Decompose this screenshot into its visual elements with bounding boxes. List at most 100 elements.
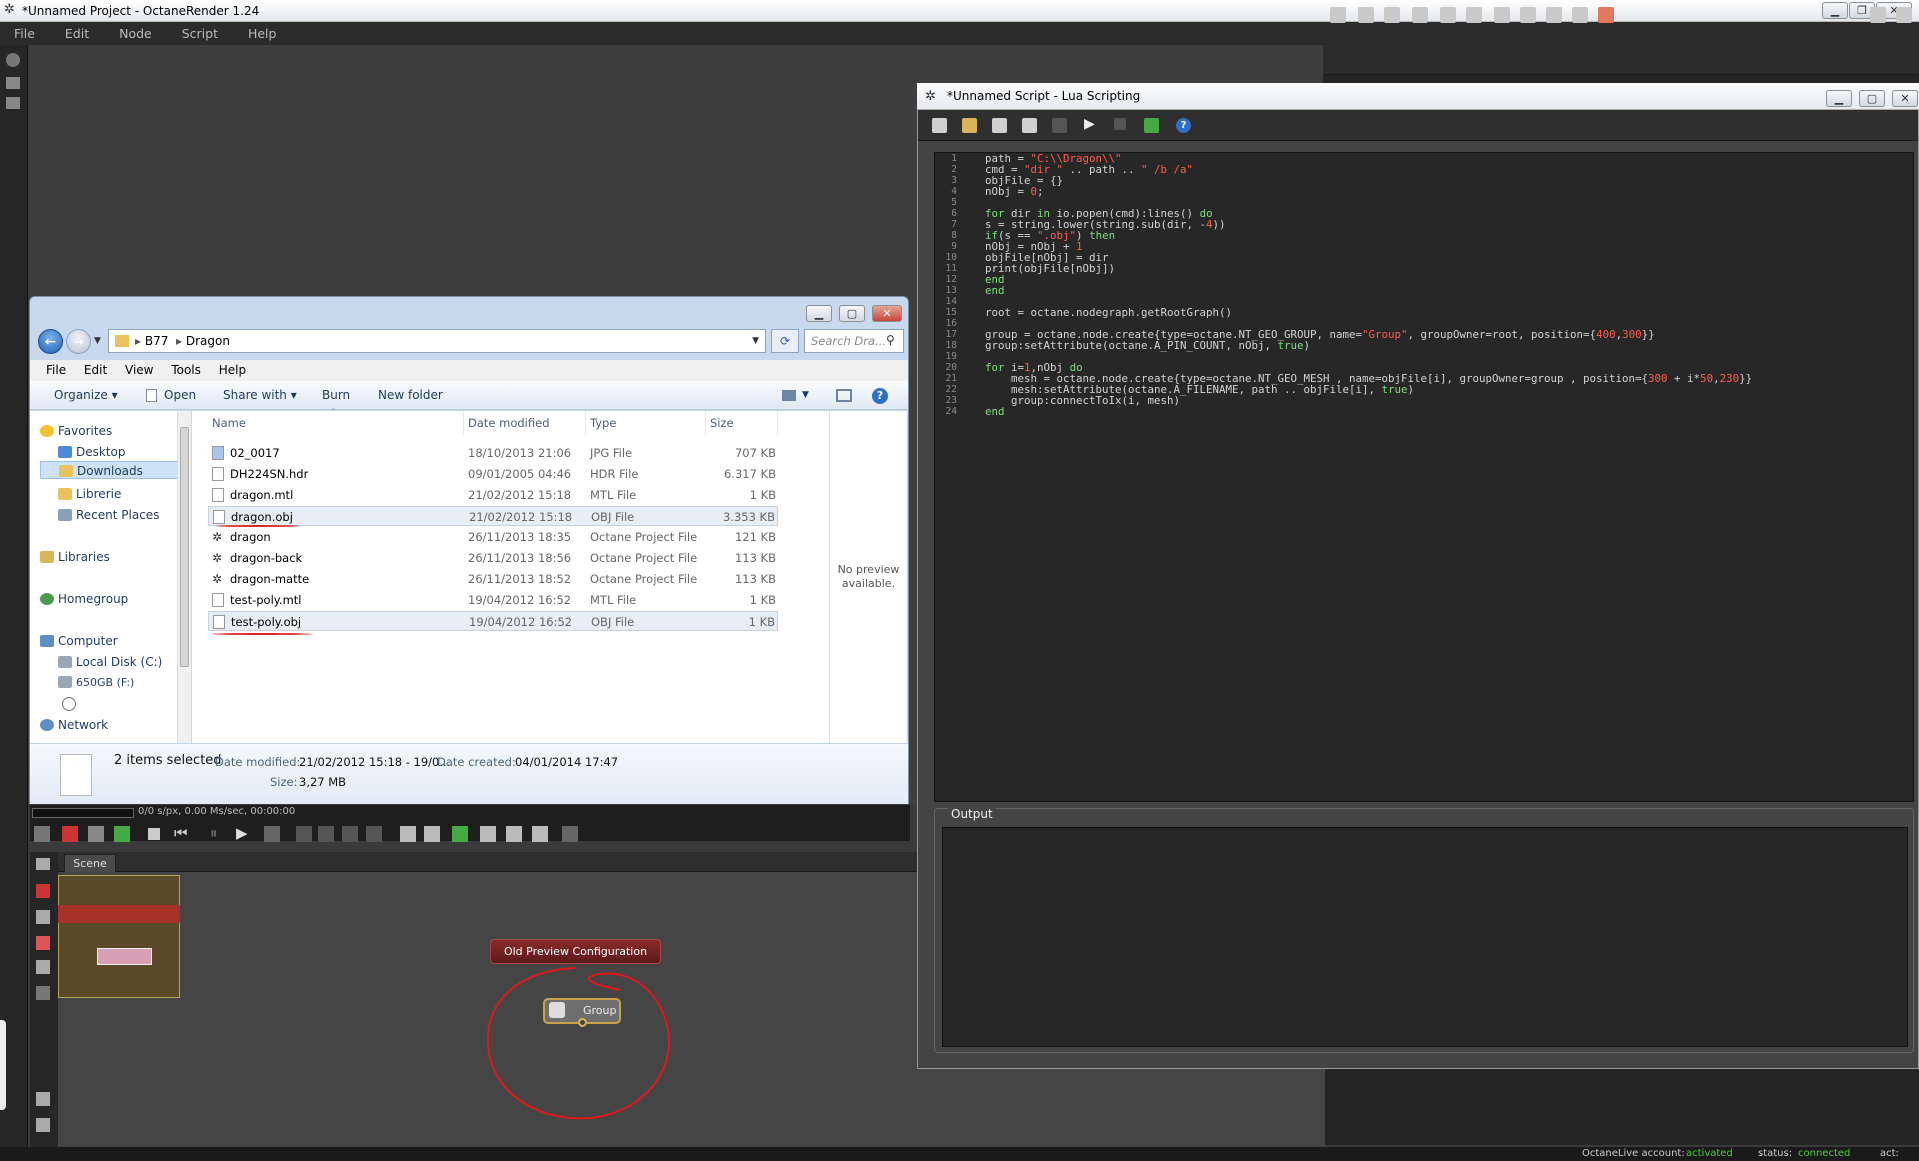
view-dropdown-icon[interactable]: ▼ <box>802 381 809 410</box>
graph-film-icon[interactable] <box>36 910 50 924</box>
nodegraph-icon[interactable] <box>1330 7 1346 23</box>
lua-help-icon[interactable]: ? <box>1176 118 1191 133</box>
file-row[interactable]: DH224SN.hdr 09/01/2005 04:46 HDR File 6.317… <box>208 464 778 484</box>
file-row-selected[interactable]: dragon.obj 21/02/2012 15:18 OBJ File 3.353 … <box>208 506 778 526</box>
nav-computer[interactable]: Computer <box>40 632 118 650</box>
explorer-maximize-button[interactable]: ▢ <box>839 305 865 322</box>
breadcrumb-dragon[interactable]: Dragon <box>186 334 230 348</box>
restart-icon[interactable]: ⏮ <box>174 824 188 842</box>
lock-icon[interactable] <box>264 826 280 842</box>
help-icon[interactable]: ? <box>872 388 888 404</box>
stop-icon[interactable] <box>148 828 160 840</box>
clear-icon[interactable] <box>562 826 578 842</box>
play-icon[interactable]: ▶ <box>236 824 248 842</box>
graph-wrench-icon[interactable] <box>36 1092 50 1106</box>
wrench-icon[interactable] <box>1870 7 1886 23</box>
fullscreen-icon[interactable] <box>1896 7 1912 23</box>
preview-pane-icon[interactable] <box>836 389 852 402</box>
cube-icon[interactable] <box>114 826 130 842</box>
file-row[interactable]: dragon.mtl 21/02/2012 15:18 MTL File 1 KB <box>208 485 778 505</box>
outliner-icon[interactable] <box>1358 7 1374 23</box>
file-row[interactable]: ✲ dragon-back 26/11/2013 18:56 Octane Proje… <box>208 548 778 568</box>
navigation-scrollbar-thumb[interactable] <box>180 427 189 667</box>
change-view-icon[interactable] <box>782 390 796 401</box>
list-icon[interactable] <box>1384 7 1400 23</box>
back-button[interactable]: ← <box>38 329 63 354</box>
explorer-menu-file[interactable]: File <box>46 363 66 377</box>
cd-drive-icon[interactable] <box>62 697 76 711</box>
tab-scene[interactable]: Scene <box>64 854 116 872</box>
nav-favorites[interactable]: Favorites <box>40 422 112 440</box>
file-row[interactable]: ✲ dragon 26/11/2013 18:35 Octane Project Fi… <box>208 527 778 547</box>
navigation-scrollbar[interactable] <box>177 411 191 743</box>
burn-button[interactable]: Burn <box>322 381 350 410</box>
graph-reset-icon[interactable] <box>36 884 50 898</box>
open-button[interactable]: Open <box>164 381 196 410</box>
organize-button[interactable]: Organize ▾ <box>54 381 118 410</box>
menu-file[interactable]: File <box>14 26 35 41</box>
reload-icon[interactable] <box>1052 118 1067 133</box>
reset-icon[interactable] <box>62 826 78 842</box>
address-dropdown-icon[interactable]: ▼ <box>752 330 759 352</box>
clipboard-icon[interactable] <box>1144 118 1159 133</box>
image-icon[interactable] <box>1412 7 1428 23</box>
region-icon[interactable] <box>88 826 104 842</box>
column-header-date[interactable]: Date modified <box>464 411 586 435</box>
zoom-icon[interactable] <box>400 826 416 842</box>
focus-icon[interactable] <box>296 826 312 842</box>
file-row[interactable]: ✲ dragon-matte 26/11/2013 18:52 Octane Proj… <box>208 569 778 589</box>
menu-node[interactable]: Node <box>119 26 152 41</box>
lua-code-editor[interactable]: 1 path = "C:\\Dragon\\" 2 cmd = "dir " .. … <box>934 152 1914 802</box>
layer-tool-icon[interactable] <box>6 97 20 109</box>
refresh-icon[interactable] <box>342 826 358 842</box>
new-script-icon[interactable] <box>932 118 947 133</box>
save-image-icon[interactable] <box>532 826 548 842</box>
save-script-icon[interactable] <box>992 118 1007 133</box>
nav-network[interactable]: Network <box>40 716 108 734</box>
sun-icon[interactable] <box>1546 7 1562 23</box>
explorer-minimize-button[interactable]: ▁ <box>806 305 832 322</box>
explorer-menu-help[interactable]: Help <box>219 363 246 377</box>
pause-icon[interactable]: ⏸ <box>210 824 218 842</box>
landscape-icon[interactable] <box>1520 7 1536 23</box>
explorer-menu-tools[interactable]: Tools <box>171 363 201 377</box>
graph-overview-thumbnail[interactable] <box>58 875 180 998</box>
file-row[interactable]: test-poly.mtl 19/04/2012 16:52 MTL File 1 K… <box>208 590 778 610</box>
menu-script[interactable]: Script <box>182 26 218 41</box>
menu-edit[interactable]: Edit <box>65 26 89 41</box>
panel-icon[interactable] <box>1466 7 1482 23</box>
nav-drive-f[interactable]: 650GB (F:) <box>58 674 134 692</box>
environment-icon[interactable] <box>1494 7 1510 23</box>
left-dock-tab[interactable] <box>0 1020 6 1110</box>
file-row[interactable]: 02_0017 18/10/2013 21:06 JPG File 707 KB <box>208 443 778 463</box>
lua-close-button[interactable]: ✕ <box>1892 90 1918 107</box>
save-as-icon[interactable] <box>1022 118 1037 133</box>
graph-material-icon[interactable] <box>36 936 50 950</box>
redo-icon[interactable] <box>366 826 382 842</box>
column-header-size[interactable]: Size <box>706 411 778 435</box>
forward-button[interactable]: → <box>66 329 91 354</box>
graph-expand-icon[interactable] <box>36 1118 50 1132</box>
explorer-menu-edit[interactable]: Edit <box>84 363 107 377</box>
recent-pages-chevron-icon[interactable]: ▼ <box>94 336 101 346</box>
nav-recent-places[interactable]: Recent Places <box>58 506 159 524</box>
refresh-button[interactable]: ⟳ <box>771 329 799 353</box>
graph-grid-icon[interactable] <box>36 986 50 1000</box>
nav-homegroup[interactable]: Homegroup <box>40 590 128 608</box>
file-row-selected[interactable]: test-poly.obj 19/04/2012 16:52 OBJ File 1 K… <box>208 611 778 631</box>
viewport-tool-icon[interactable] <box>6 53 20 67</box>
explorer-menu-view[interactable]: View <box>125 363 153 377</box>
nav-librerie[interactable]: Librerie <box>58 485 121 503</box>
picker-icon[interactable] <box>452 826 468 842</box>
screen-icon[interactable] <box>424 826 440 842</box>
column-header-type[interactable]: Type <box>586 411 706 435</box>
camera-icon[interactable] <box>1440 7 1456 23</box>
export-icon[interactable] <box>506 826 522 842</box>
render-settings-icon[interactable] <box>34 826 50 842</box>
nav-local-disk[interactable]: Local Disk (C:) <box>58 653 162 671</box>
material-icon[interactable] <box>1598 7 1614 23</box>
copy-icon[interactable] <box>480 826 496 842</box>
lua-minimize-button[interactable]: ▁ <box>1826 90 1852 107</box>
kernel-icon[interactable] <box>1572 7 1588 23</box>
minimize-button[interactable]: ▁ <box>1822 2 1848 19</box>
